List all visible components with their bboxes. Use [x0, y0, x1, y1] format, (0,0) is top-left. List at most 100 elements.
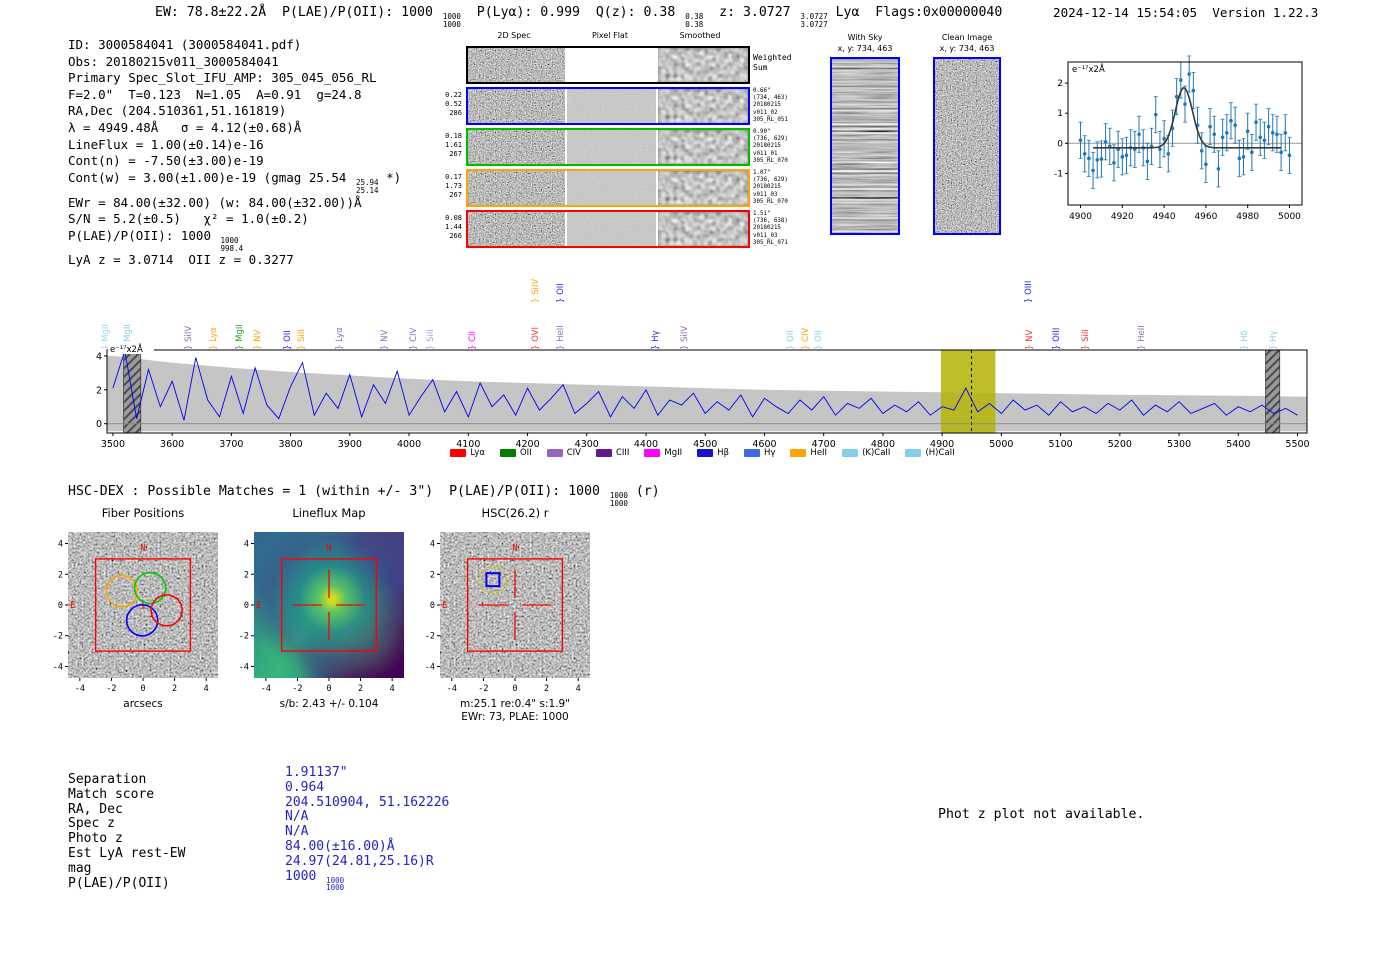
- legend-item: MgII: [644, 448, 682, 458]
- twod-row-right-value: 305_RL_071: [753, 239, 788, 246]
- noise-texture: [468, 48, 565, 82]
- spectrum-unit-label: e⁻¹⁷x2Å: [110, 343, 143, 355]
- twod-row-right-value: 20180215: [753, 225, 781, 232]
- twod-row-right-value: 1.51": [753, 211, 771, 217]
- match-row-label: Separation: [68, 772, 147, 787]
- legend-label: CIV: [566, 448, 581, 458]
- with-sky-noise: [832, 59, 898, 233]
- info-line: ID: 3000584041 (3000584041.pdf): [68, 37, 302, 52]
- twod-row-left-value: 267: [449, 191, 462, 199]
- fraction: 1000 1000: [326, 875, 345, 893]
- twod-spec-cell: [658, 89, 748, 123]
- legend-item: Lyα: [450, 448, 485, 458]
- mini-y-tick: 1: [1057, 109, 1063, 119]
- twod-row-left-labels: 0.18 1.61 267: [436, 132, 462, 159]
- twod-row-left-value: 266: [449, 232, 462, 240]
- hsc-dex-match-line: HSC-DEX : Possible Matches = 1 (within +…: [68, 484, 660, 508]
- cutout-x-tick: 4: [576, 684, 581, 694]
- twod-row-right-value: v011_03: [753, 232, 778, 239]
- legend-swatch: [790, 449, 807, 457]
- legend-swatch: [905, 449, 922, 457]
- mini-x-tick: 4980: [1236, 212, 1259, 222]
- emission-line-label: } OII: [555, 283, 566, 303]
- noise-texture: [832, 59, 898, 233]
- legend-label: CIII: [615, 448, 630, 458]
- twod-spec-cell: [567, 89, 656, 123]
- mini-y-tick: -1: [1054, 169, 1063, 179]
- match-row-value: 1000 1000 1000: [285, 868, 345, 893]
- fraction: 25.94 25.14: [355, 177, 379, 195]
- twod-row-right-value: (736, 629): [753, 177, 788, 184]
- cutout-y-tick: 4: [244, 540, 249, 550]
- noise-texture: [658, 212, 748, 246]
- match-row-label: mag: [68, 860, 92, 876]
- noise-texture: [468, 89, 565, 123]
- twod-row-right-value: 20180215: [753, 102, 781, 109]
- twod-row-right-value: v011_02: [753, 109, 778, 116]
- match-table-labels: Separation Match score RA, Dec Spec z Photo …: [68, 772, 186, 891]
- col-header-pixel-flat: Pixel Flat: [592, 31, 628, 40]
- noise-texture: [468, 171, 565, 205]
- mini-x-tick: 4920: [1111, 212, 1134, 222]
- twod-spec-row: [466, 128, 750, 166]
- twod-spec-cell: [468, 171, 565, 205]
- twod-row-right-value: 20180215: [753, 143, 781, 150]
- info-line: Cont(n) = -7.50(±3.00)e-19: [68, 153, 264, 169]
- mini-y-tick: 2: [1057, 79, 1063, 89]
- cutout-y-tick: 2: [244, 570, 249, 580]
- twod-row-left-value: 1.44: [445, 223, 462, 231]
- mini-x-tick: 4960: [1194, 212, 1217, 222]
- emission-line-label: } SiIV: [530, 278, 541, 303]
- cutout-y-tick: 2: [430, 570, 435, 580]
- twod-row-left-value: 267: [449, 150, 462, 158]
- match-row-value: N/A: [285, 809, 309, 825]
- legend-item: OII: [499, 448, 532, 458]
- mini-y-tick: 0: [1057, 139, 1063, 149]
- match-row-value: 1.91137": [285, 765, 348, 780]
- match-table-values: 1.91137" 0.964 204.510904, 51.162226 N/A N/A…: [285, 765, 449, 893]
- legend-item: (H)CaII: [905, 448, 955, 458]
- cutout-x-tick: 4: [204, 684, 209, 694]
- twod-spec-cell: [567, 212, 656, 246]
- cutout-overlay: N E -4 -4 -2 -2 0 0 2 2 4 4: [53, 540, 209, 694]
- match-row-label: Est LyA rest-EW: [68, 845, 186, 861]
- compass-e: E: [70, 601, 75, 611]
- match-row-value: 0.964: [285, 779, 325, 795]
- compass-e: E: [256, 601, 261, 611]
- cutout-y-tick: -2: [53, 632, 63, 642]
- twod-row-left-value: 0.18: [445, 132, 462, 140]
- info-line: λ = 4949.48Å σ = 4.12(±0.68)Å: [68, 119, 302, 135]
- legend-label: (K)CaII: [862, 448, 891, 458]
- legend-item: (K)CaII: [842, 448, 890, 458]
- cutout-x-tick: 4: [390, 684, 395, 694]
- cutout-x-tick: -2: [292, 684, 302, 694]
- cutout-caption: m:25.1 re:0.4" s:1.9": [460, 698, 570, 710]
- info-line: LineFlux = 1.00(±0.14)e-16: [68, 136, 264, 152]
- legend-item: CIII: [595, 448, 630, 458]
- noise-texture: [567, 130, 656, 164]
- match-row-value: 24.97(24.81,25.16)R: [285, 853, 434, 869]
- twod-row-right-value: 305_RL_051: [753, 116, 788, 123]
- photz-note: Phot z plot not available.: [938, 807, 1145, 822]
- cutout-caption: arcsecs: [123, 698, 163, 710]
- with-sky-title: With Sky: [847, 33, 883, 42]
- twod-spec-cell: [468, 130, 565, 164]
- info-line: Cont(w) = 3.00(±1.00)e-19 (gmag 25.54 25…: [68, 169, 402, 195]
- cutout-x-tick: 0: [512, 684, 517, 694]
- line-fit-mini-chart: 4900 4920 4940 4960 4980 5000 -1 0 1 2 e⁻¹⁷x2Å: [1054, 55, 1303, 222]
- legend-label: MgII: [664, 448, 683, 458]
- full-spectrum-chart: 3500 3600 3700 3800 3900 4000 4100 4200 4300 4400…: [96, 343, 1310, 450]
- twod-spec-row: [466, 46, 750, 84]
- twod-row-left-labels: 0.08 1.44 266: [436, 214, 462, 241]
- twod-row-left-value: 0.22: [445, 91, 462, 99]
- match-row-value: N/A: [285, 824, 309, 840]
- twod-spec-cell: [468, 212, 565, 246]
- noise-texture: [567, 212, 656, 246]
- clean-image-coords: x, y: 734, 463: [939, 44, 995, 53]
- info-line: P(LAE)/P(OII): 1000 1000 998.4: [68, 227, 244, 253]
- cutout-y-tick: 0: [244, 601, 249, 611]
- clean-image-title: Clean Image: [941, 33, 993, 42]
- info-line: LyA z = 3.0714 OII z = 0.3277: [68, 252, 294, 268]
- cutout-x-tick: 2: [172, 684, 177, 694]
- legend-swatch: [499, 449, 516, 457]
